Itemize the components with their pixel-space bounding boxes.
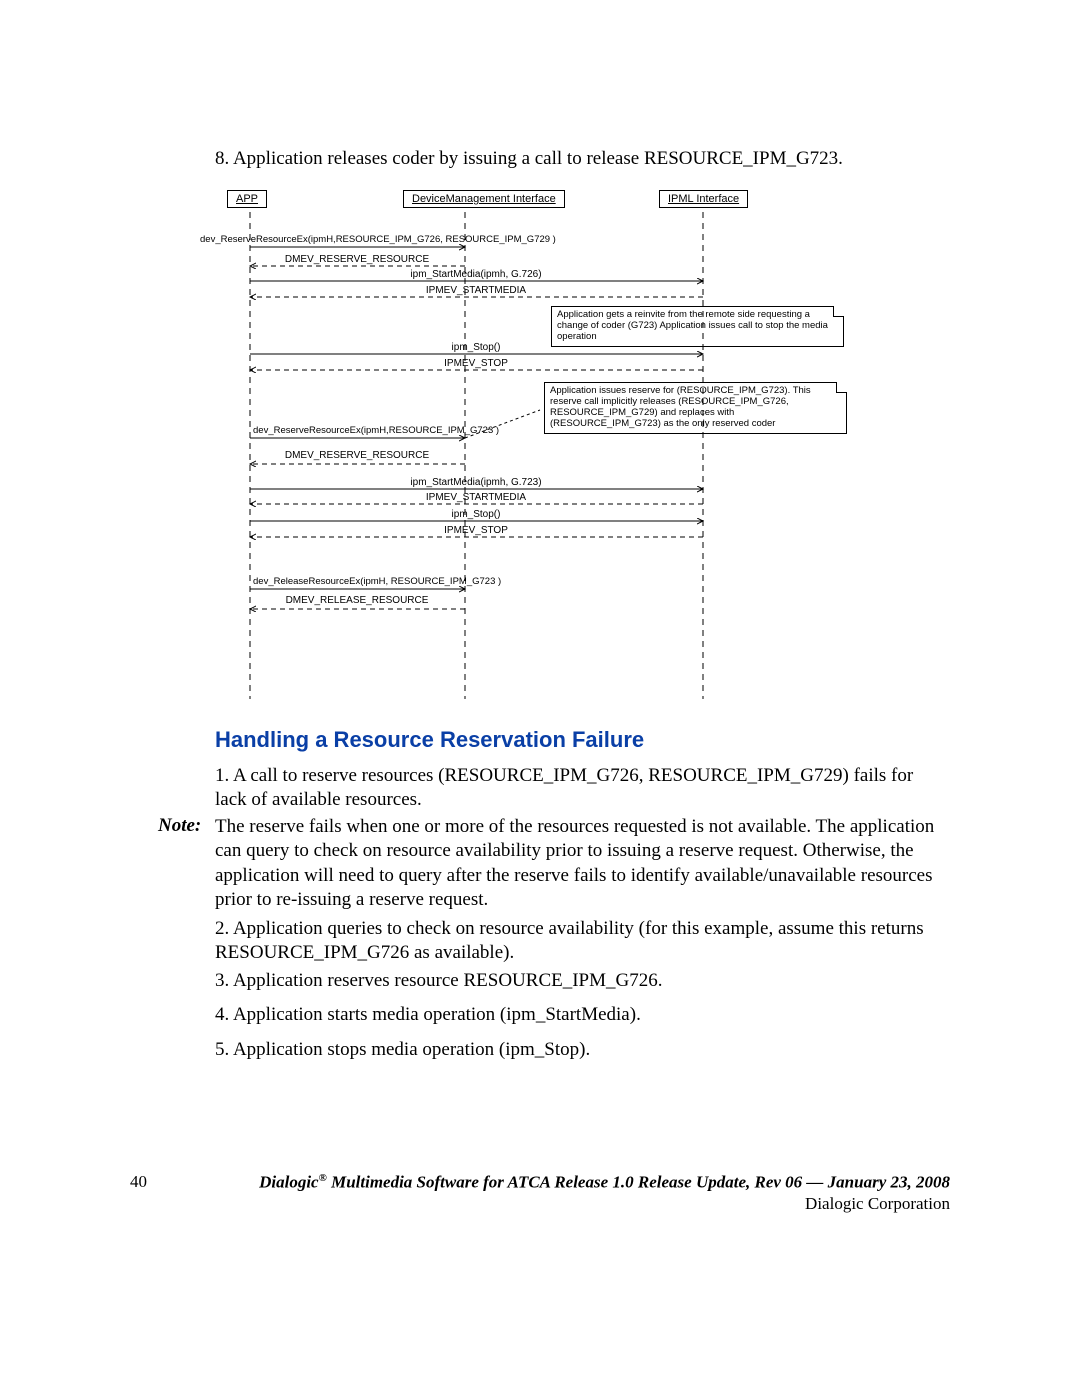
- failure-p1: 1. A call to reserve resources (RESOURCE…: [215, 764, 935, 813]
- msg-stop1-ev: IPMEV_STOP: [444, 358, 508, 369]
- msg-reserve2-ev: DMEV_RESERVE_RESOURCE: [285, 450, 429, 461]
- failure-p2: 2. Application queries to check on resou…: [215, 917, 935, 966]
- failure-p3: 3. Application reserves resource RESOURC…: [215, 969, 935, 993]
- note-text: The reserve fails when one or more of th…: [215, 815, 945, 912]
- msg-release: dev_ReleaseResourceEx(ipmH, RESOURCE_IPM…: [253, 577, 501, 587]
- msg-release-ev: DMEV_RELEASE_RESOURCE: [286, 595, 429, 606]
- page-number: 40: [130, 1172, 147, 1192]
- msg-startmedia1-ev: IPMEV_STARTMEDIA: [426, 285, 526, 296]
- footer-line1: Dialogic® Multimedia Software for ATCA R…: [185, 1172, 950, 1193]
- sequence-diagram: APP DeviceManagement Interface IPML Inte…: [205, 184, 930, 704]
- failure-p4: 4. Application starts media operation (i…: [215, 1003, 935, 1027]
- footer-product: Dialogic: [259, 1173, 319, 1192]
- msg-startmedia2: ipm_StartMedia(ipmh, G.723): [410, 477, 541, 488]
- registered-icon: ®: [319, 1172, 327, 1184]
- step-8-text: 8. Application releases coder by issuing…: [215, 147, 945, 171]
- note-label: Note:: [158, 815, 201, 837]
- msg-reserve1: dev_ReserveResourceEx(ipmH,RESOURCE_IPM_…: [200, 235, 556, 245]
- footer-corp: Dialogic Corporation: [185, 1194, 950, 1214]
- footer-rest: Multimedia Software for ATCA Release 1.0…: [327, 1173, 950, 1192]
- failure-p5: 5. Application stops media operation (ip…: [215, 1038, 935, 1062]
- msg-stop2: ipm_Stop(): [452, 509, 501, 520]
- section-heading: Handling a Resource Reservation Failure: [215, 727, 644, 753]
- msg-stop2-ev: IPMEV_STOP: [444, 525, 508, 536]
- msg-startmedia2-ev: IPMEV_STARTMEDIA: [426, 492, 526, 503]
- page: 8. Application releases coder by issuing…: [0, 0, 1080, 1397]
- msg-stop1: ipm_Stop(): [452, 342, 501, 353]
- msg-startmedia1: ipm_StartMedia(ipmh, G.726): [410, 269, 541, 280]
- msg-reserve1-ev: DMEV_RESERVE_RESOURCE: [285, 254, 429, 265]
- msg-reserve2: dev_ReserveResourceEx(ipmH,RESOURCE_IPM_…: [253, 426, 499, 436]
